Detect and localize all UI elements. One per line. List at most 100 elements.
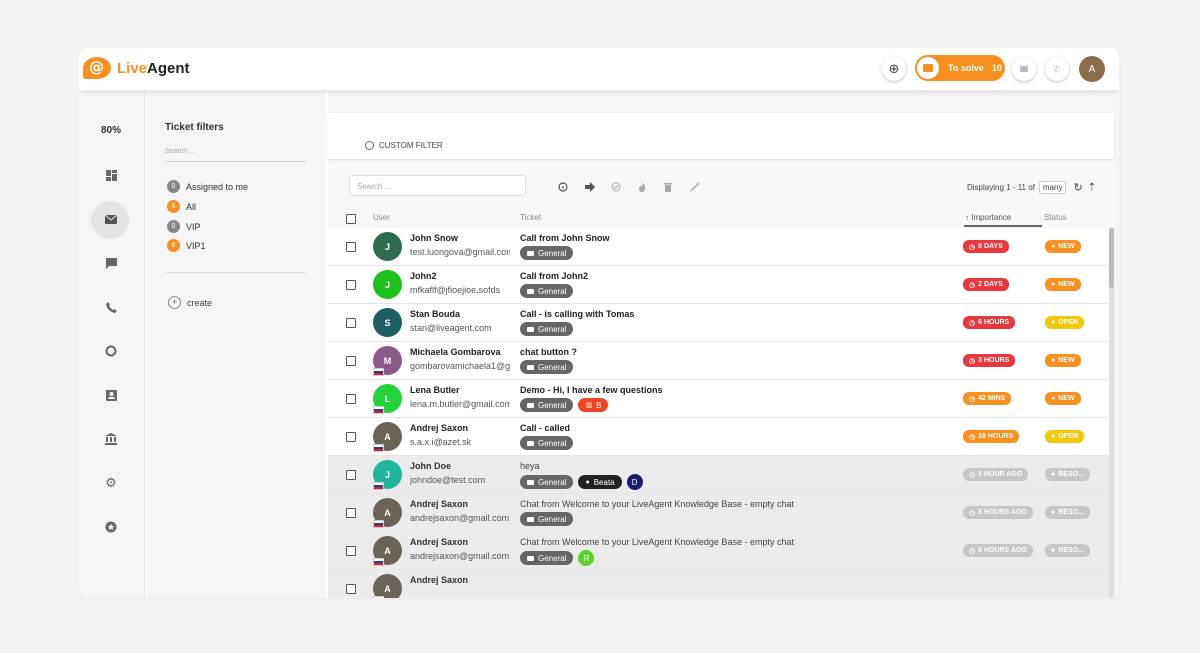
tickets-content: CUSTOM FILTER Search ... Displaying 1 - … [328,91,1119,598]
column-status[interactable]: Status [1044,213,1067,222]
status-badge: ● RESO... [1045,506,1090,519]
ticket-row[interactable]: A Andrej Saxon s.a.x.i@azet.sk Call - calle… [328,418,1109,456]
importance-badge: ◷ 42 MINS [963,392,1012,405]
chat-button[interactable] [1012,57,1036,81]
folder-icon [527,516,534,522]
tickets-icon[interactable] [101,209,121,229]
filter-item-all[interactable]: 6 All [167,200,196,213]
department-tag[interactable]: General [520,398,574,412]
zoom-level[interactable]: 80% [101,125,121,136]
total-count-select[interactable]: many [1038,181,1067,194]
ticket-tags: General [520,360,578,374]
ticket-row[interactable]: S Stan Bouda stan@liveagent.com Call - is c… [328,304,1109,342]
spam-wand-icon[interactable] [690,182,700,194]
filter-item-assigned[interactable]: 0 Assigned to me [167,180,248,193]
ticket-row[interactable]: J John Doe johndoe@test.com heya General ● Bea… [328,456,1109,494]
department-tag[interactable]: General [520,246,574,260]
initial-tag[interactable]: D [626,474,643,490]
row-checkbox[interactable] [346,242,356,252]
reports-icon[interactable] [101,341,121,361]
ticket-row[interactable]: J John2 mfkaflf@jfioejioe.sofds Call from J… [328,266,1109,304]
tag-label: General [538,362,567,372]
top-bar: LiveAgent ⊕ To solve 10 ✆ A [79,48,1119,90]
left-navigation: 80% ⚙ [79,91,145,598]
trash-icon[interactable] [664,182,672,194]
ticket-row[interactable]: MMichaela Gombarovagombarovamichaela1@gm… [328,342,1109,380]
dashboard-icon[interactable] [101,165,121,185]
ticket-subject: Call from John2 [520,271,589,281]
ticket-row[interactable]: A Andrej Saxon [328,570,1109,598]
liveagent-logo[interactable]: LiveAgent [83,57,190,79]
department-tag[interactable]: General [520,436,574,450]
filter-item-vip1[interactable]: 8 VIP1 [167,239,206,252]
filter-item-vip[interactable]: 0 VIP [167,220,201,233]
ticket-row[interactable]: L Lena Butler lena.m.butler@gmail.com Demo … [328,380,1109,418]
department-tag[interactable]: General [520,475,574,489]
ticket-tags: General ▥ B [520,398,613,412]
clock-icon: ◷ [969,395,976,403]
department-tag[interactable]: General [520,512,574,526]
filter-circle-icon [365,141,374,150]
user-email: test.luongova@gmail.com [410,247,510,257]
agent-tag[interactable]: ● Beata [578,475,622,489]
folder-icon [527,555,534,561]
forward-icon[interactable] [585,182,595,194]
row-checkbox[interactable] [346,546,356,556]
ticket-row[interactable]: A Andrej Saxon andrejsaxon@gmail.com Chat f… [328,494,1109,532]
custom-filter-button[interactable]: CUSTOM FILTER [365,141,443,150]
department-tag[interactable]: General [520,360,574,374]
status-icon: ● [1051,509,1056,516]
user-avatar: A [373,574,402,598]
scrollbar[interactable] [1109,228,1114,598]
tag-label: General [538,324,567,334]
column-user[interactable]: User [373,213,390,222]
department-tag[interactable]: General [520,551,574,565]
scroll-top-icon[interactable]: ⇡ [1088,182,1096,193]
row-checkbox[interactable] [346,470,356,480]
ticket-row[interactable]: J John Snow test.luongova@gmail.com Call fr… [328,228,1109,266]
row-checkbox[interactable] [346,280,356,290]
table-header: User Ticket ↑ Importance Status [328,209,1114,227]
plugins-icon[interactable] [101,517,121,537]
settings-gear-icon[interactable]: ⚙ [101,473,121,493]
initial-tag[interactable]: R [578,550,595,566]
to-solve-button[interactable]: To solve 10 [915,55,1005,81]
create-filter-button[interactable]: + create [168,296,212,309]
column-ticket[interactable]: Ticket [520,213,541,222]
row-checkbox[interactable] [346,432,356,442]
chats-icon[interactable] [101,253,121,273]
select-all-checkbox[interactable] [346,214,356,224]
calls-icon[interactable] [101,297,121,317]
row-checkbox[interactable] [346,318,356,328]
scrollbar-thumb[interactable] [1109,228,1114,288]
column-importance[interactable]: ↑ Importance [965,213,1011,222]
add-button[interactable]: ⊕ [882,57,906,81]
filter-count-badge: 0 [167,180,180,193]
resolve-check-icon[interactable] [611,182,621,194]
row-checkbox[interactable] [346,356,356,366]
info-icon[interactable] [558,182,568,194]
importance-badge: ◷ 2 DAYS [963,278,1009,291]
sort-underline [964,225,1042,227]
department-tag[interactable]: General [520,284,574,298]
filters-search-input[interactable]: Search ... [165,143,306,162]
contact-tag[interactable]: ▥ B [578,398,609,412]
contacts-icon[interactable] [101,385,121,405]
ticket-row[interactable]: A Andrej Saxon andrejsaxon@gmail.com Chat f… [328,532,1109,570]
phone-icon: ✆ [1053,63,1061,74]
phone-button[interactable]: ✆ [1045,57,1069,81]
row-checkbox[interactable] [346,508,356,518]
row-checkbox[interactable] [346,394,356,404]
refresh-icon[interactable]: ↻ [1073,181,1082,194]
department-tag[interactable]: General [520,322,574,336]
app-window: LiveAgent ⊕ To solve 10 ✆ A 80% [79,48,1119,598]
priority-fire-icon[interactable] [638,182,646,194]
ticket-subject: chat button ? [520,347,577,357]
row-checkbox[interactable] [346,584,356,594]
clock-icon: ◷ [969,243,976,251]
knowledgebase-icon[interactable] [101,429,121,449]
ticket-search-input[interactable]: Search ... [349,175,526,196]
user-avatar[interactable]: A [1079,56,1105,82]
folder-icon [527,402,534,408]
clock-icon: ◷ [969,509,976,517]
